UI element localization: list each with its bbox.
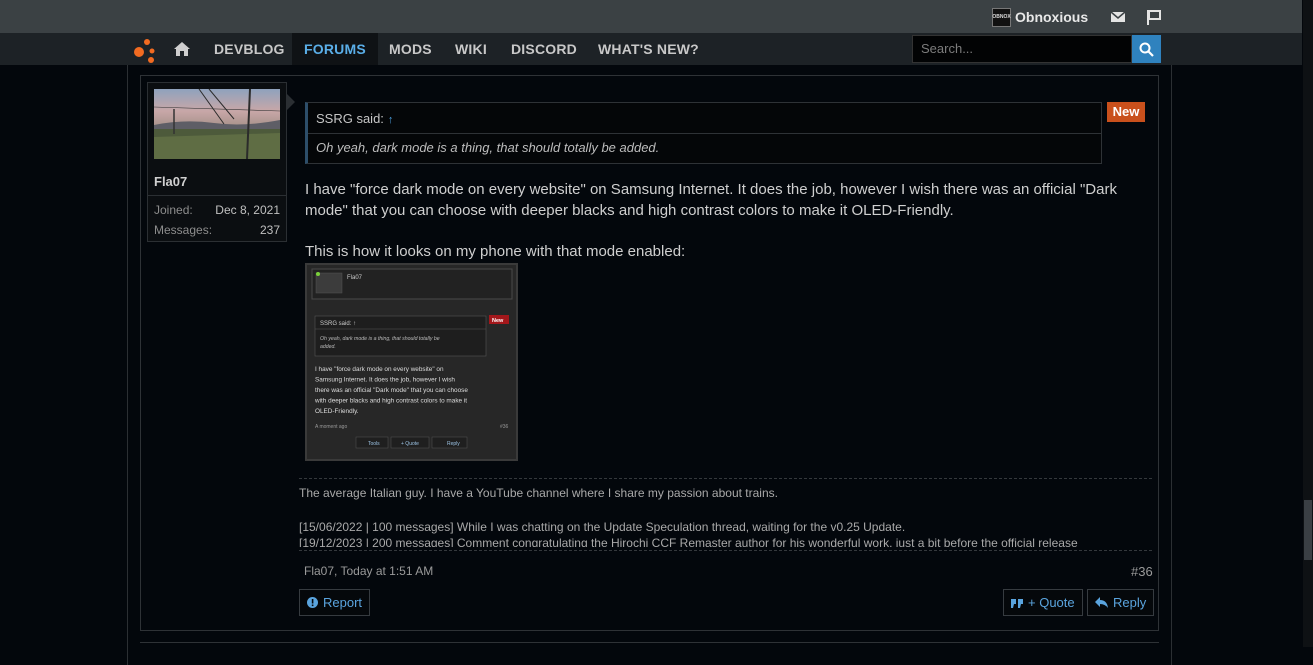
shot-quote-line: added. — [320, 344, 336, 350]
shot-author: Fla07 — [347, 275, 363, 281]
quote-text: Oh yeah, dark mode is a thing, that shou… — [316, 140, 660, 155]
main-navigation: DEVBLOG FORUMS MODS WIKI DISCORD WHAT'S … — [0, 33, 1302, 65]
shot-number: #36 — [500, 424, 509, 430]
shot-quote-line: Oh yeah, dark mode is a thing, that shou… — [320, 336, 440, 342]
shot-quote-author: SSRG said: ↑ — [320, 321, 356, 327]
info-circle-icon — [307, 597, 318, 608]
quote-jump-link[interactable]: ↑ — [388, 114, 394, 126]
signature-divider — [299, 478, 1152, 479]
nav-tab-devblog[interactable]: DEVBLOG — [214, 33, 285, 65]
search-input[interactable]: Search... — [912, 35, 1132, 63]
report-label: Report — [323, 595, 363, 610]
shot-body-line: Samsung Internet. It does the job, howev… — [315, 377, 455, 384]
user-name-link[interactable]: Fla07 — [154, 174, 187, 189]
nav-tab-forums[interactable]: FORUMS — [292, 33, 378, 65]
shot-body-line: OLED-Friendly. — [315, 408, 359, 415]
signature-scroll-area: [15/06/2022 | 100 messages] While I was … — [299, 520, 1152, 547]
joined-value: Dec 8, 2021 — [215, 203, 280, 217]
shot-badge: New — [492, 318, 504, 324]
site-logo-icon[interactable] — [131, 37, 157, 63]
flag-icon[interactable] — [1145, 8, 1163, 26]
post-author-time[interactable]: Fla07, Today at 1:51 AM — [304, 564, 433, 578]
shot-body-line: with deeper blacks and high contrast col… — [314, 398, 467, 405]
signature-bottom-divider — [299, 550, 1152, 551]
message-line: I have "force dark mode on every website… — [305, 181, 1117, 198]
top-bar: OBNOX Obnoxious — [0, 0, 1302, 33]
attached-screenshot[interactable]: Fla07 SSRG said: ↑ Oh yeah, dark mode is… — [305, 263, 518, 461]
envelope-icon[interactable] — [1109, 8, 1127, 26]
next-post-edge — [140, 642, 1159, 652]
nav-tab-whats-new[interactable]: WHAT'S NEW? — [598, 33, 699, 65]
home-icon[interactable] — [173, 41, 191, 57]
messages-label: Messages: — [154, 223, 213, 237]
shot-body-line: I have "force dark mode on every website… — [315, 366, 444, 373]
search-button[interactable] — [1132, 35, 1161, 63]
quote-author: SSRG said: — [316, 111, 384, 126]
message-line: This is how it looks on my phone with th… — [305, 243, 686, 260]
nav-tab-wiki[interactable]: WIKI — [455, 33, 487, 65]
quote-label: + Quote — [1028, 595, 1075, 610]
signature-line: [19/12/2023 | 200 messages] Comment cong… — [299, 536, 1078, 547]
avatar: OBNOX — [992, 7, 1011, 27]
report-button[interactable]: Report — [299, 589, 371, 616]
user-card-arrow — [287, 94, 295, 110]
quote-icon — [1011, 598, 1023, 608]
shot-time: A moment ago — [315, 424, 347, 430]
user-menu[interactable]: OBNOX Obnoxious — [992, 7, 1088, 27]
username: Obnoxious — [1015, 9, 1089, 25]
post-permalink[interactable]: #36 — [1131, 564, 1153, 579]
user-avatar-image[interactable] — [154, 89, 280, 159]
joined-label: Joined: — [154, 203, 193, 217]
shot-button: Tools — [368, 441, 380, 447]
shot-button: + Quote — [401, 441, 419, 447]
user-card: Fla07 Joined: Dec 8, 2021 Messages: 237 — [147, 82, 287, 242]
quote-block: SSRG said: ↑ Oh yeah, dark mode is a thin… — [305, 102, 1102, 164]
signature-line: [15/06/2022 | 100 messages] While I was … — [299, 520, 906, 534]
shot-button: Reply — [447, 441, 460, 447]
reply-label: Reply — [1113, 595, 1147, 610]
nav-tab-discord[interactable]: DISCORD — [511, 33, 577, 65]
messages-value[interactable]: 237 — [260, 223, 280, 237]
message-line: mode" that you can choose with deeper bl… — [305, 202, 954, 219]
card-divider — [148, 195, 286, 196]
nav-tab-mods[interactable]: MODS — [389, 33, 432, 65]
quote-header: SSRG said: ↑ — [308, 103, 1101, 134]
reply-button[interactable]: Reply — [1087, 589, 1155, 616]
signature-line: The average Italian guy. I have a YouTub… — [299, 486, 778, 500]
quote-button[interactable]: + Quote — [1003, 589, 1083, 616]
reply-icon — [1095, 597, 1108, 608]
new-badge: New — [1107, 102, 1145, 122]
scrollbar-thumb[interactable] — [1304, 500, 1312, 560]
shot-body-line: there was an official "Dark mode" that y… — [315, 387, 468, 394]
search-icon — [1139, 42, 1154, 57]
